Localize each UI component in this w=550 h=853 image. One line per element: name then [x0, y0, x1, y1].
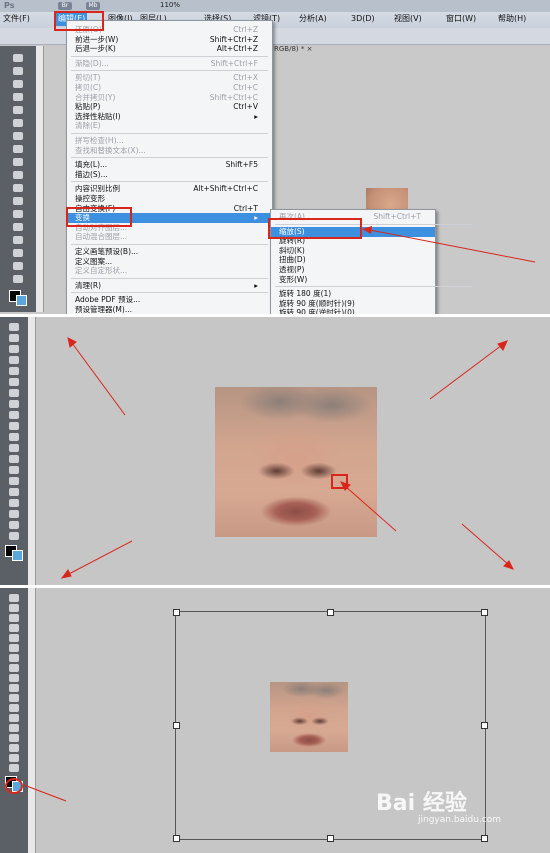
annotation-arrows [60, 337, 514, 579]
watermark-url: jingyan.baidu.com [418, 815, 502, 825]
watermark-logo: Bai 经验 [376, 791, 467, 816]
panel-result-step: Bai 经验 jingyan.baidu.com [0, 585, 550, 853]
annotation-arrow-1 [362, 226, 536, 263]
panel-scale-step [0, 314, 550, 585]
panel-menu-step: Ps Br Mb 110% 文件(F) 编辑(E) 图像(I) 图层(L) 选择(S) 滤… [0, 0, 550, 314]
watermark: Bai 经验 jingyan.baidu.com [376, 785, 526, 835]
